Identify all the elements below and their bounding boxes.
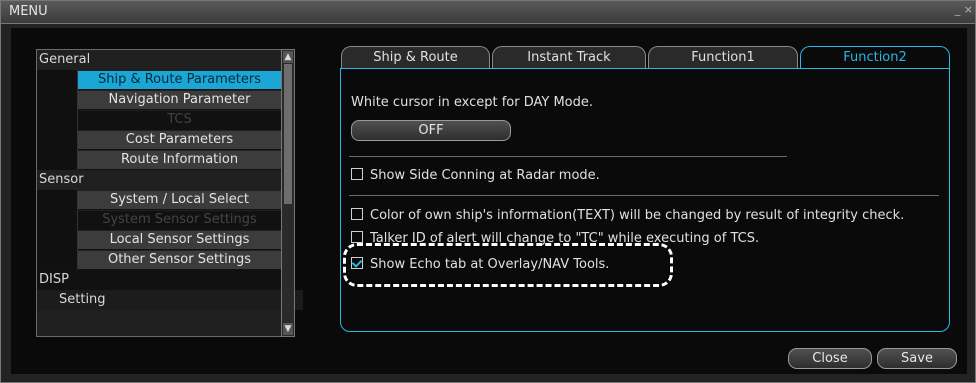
tree-indent	[37, 90, 78, 110]
window-title: MENU	[9, 4, 48, 19]
tab-function1[interactable]: Function1	[648, 46, 798, 69]
divider	[349, 156, 787, 157]
tree-item-label[interactable]: Ship & Route Parameters	[78, 71, 281, 90]
scroll-up-icon[interactable]: ▲	[283, 51, 293, 63]
scroll-down-icon[interactable]: ▼	[283, 323, 293, 335]
cursor-setting-label: White cursor in except for DAY Mode.	[351, 95, 594, 110]
tree-item-label[interactable]: Local Sensor Settings	[78, 231, 281, 250]
scroll-thumb[interactable]	[284, 64, 292, 204]
tree-item-navigation-parameter[interactable]: Navigation Parameter	[37, 90, 281, 110]
tree-category-setting[interactable]: Setting	[37, 290, 303, 310]
tree-item-system-local-select[interactable]: System / Local Select	[37, 190, 281, 210]
tree-item-label[interactable]: Navigation Parameter	[78, 91, 281, 110]
tree-indent	[37, 210, 78, 230]
tree-indent	[37, 150, 78, 170]
tree-category-general[interactable]: General	[37, 50, 283, 70]
tree-item-tcs: TCS	[37, 110, 281, 130]
tree-indent	[37, 130, 78, 150]
tree-indent	[37, 230, 78, 250]
side-conning-label: Show Side Conning at Radar mode.	[370, 168, 600, 183]
highlight-callout	[343, 243, 673, 287]
window-controls[interactable]: _ ×	[955, 3, 973, 16]
tree-item-label[interactable]: System / Local Select	[78, 191, 281, 210]
checkbox-unchecked-icon[interactable]	[351, 168, 363, 180]
tree-scrollbar[interactable]: ▲ ▼	[281, 49, 295, 337]
tab-instant-track[interactable]: Instant Track	[492, 46, 646, 69]
save-button[interactable]: Save	[877, 348, 957, 369]
close-button[interactable]: Close	[788, 348, 872, 369]
tree-item-label[interactable]: Other Sensor Settings	[78, 251, 281, 270]
tree-indent	[37, 250, 78, 270]
color-integrity-label: Color of own ship's information(TEXT) wi…	[370, 208, 905, 223]
checkbox-unchecked-icon[interactable]	[351, 231, 363, 243]
tree-item-label[interactable]: Cost Parameters	[78, 131, 281, 150]
menu-tree: General Ship & Route Parameters Navigati…	[36, 49, 303, 337]
divider	[349, 195, 939, 196]
title-bar: MENU _ ×	[1, 1, 975, 24]
checkbox-unchecked-icon[interactable]	[351, 208, 363, 220]
tab-ship-route[interactable]: Ship & Route	[341, 46, 490, 69]
tree-indent	[37, 70, 78, 90]
function2-panel: White cursor in except for DAY Mode. OFF…	[340, 68, 950, 332]
tree-category-disp[interactable]: DISP	[37, 270, 283, 290]
tree-indent	[37, 110, 78, 130]
tree-item-ship-route-parameters[interactable]: Ship & Route Parameters	[37, 70, 281, 90]
tree-category-sensor[interactable]: Sensor	[37, 170, 283, 190]
tree-item-system-sensor-settings: System Sensor Settings	[37, 210, 281, 230]
color-integrity-checkbox[interactable]: Color of own ship's information(TEXT) wi…	[351, 208, 904, 223]
cursor-toggle-button[interactable]: OFF	[351, 120, 511, 141]
tree-item-other-sensor-settings[interactable]: Other Sensor Settings	[37, 250, 281, 270]
tree-item-label[interactable]: Route Information	[78, 151, 281, 170]
tree-item-local-sensor-settings[interactable]: Local Sensor Settings	[37, 230, 281, 250]
side-conning-checkbox[interactable]: Show Side Conning at Radar mode.	[351, 168, 600, 183]
tree-item-label: System Sensor Settings	[78, 211, 281, 230]
tree-item-cost-parameters[interactable]: Cost Parameters	[37, 130, 281, 150]
tree-indent	[37, 190, 78, 210]
tree-item-label: TCS	[78, 111, 281, 130]
tree-item-route-information[interactable]: Route Information	[37, 150, 281, 170]
